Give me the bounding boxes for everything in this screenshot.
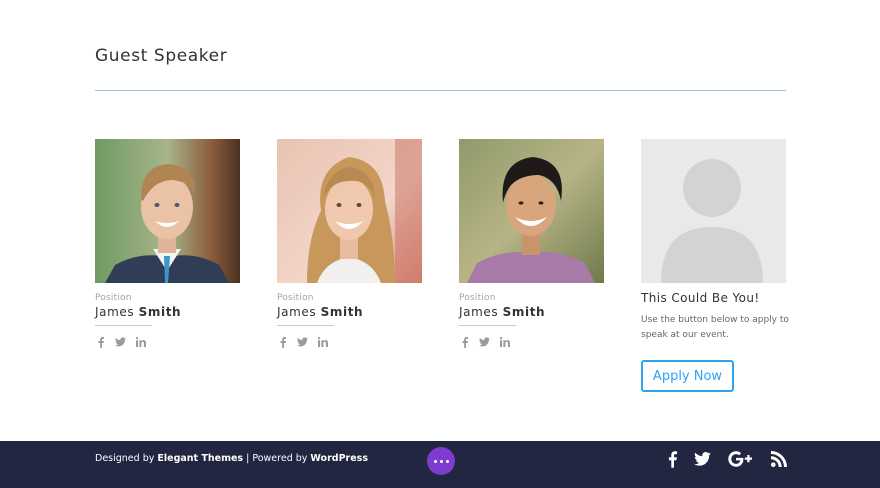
speaker-card: Position James Smith xyxy=(277,139,422,349)
speaker-socials xyxy=(277,335,422,349)
dot-icon xyxy=(433,459,437,463)
dot-icon xyxy=(439,459,443,463)
wordpress-link[interactable]: WordPress xyxy=(310,453,368,464)
facebook-icon[interactable] xyxy=(459,336,470,348)
speaker-first-name: James xyxy=(277,305,317,319)
speaker-card: Position James Smith xyxy=(95,139,240,349)
footer-credits: Designed by Elegant Themes | Powered by … xyxy=(95,453,368,464)
rss-icon[interactable] xyxy=(771,450,787,468)
twitter-icon[interactable] xyxy=(694,450,711,468)
speaker-position: Position xyxy=(95,293,132,303)
footer: Designed by Elegant Themes | Powered by … xyxy=(0,441,880,488)
cta-title: This Could Be You! xyxy=(641,291,760,305)
speaker-name: James Smith xyxy=(459,305,604,319)
linkedin-icon[interactable] xyxy=(135,337,146,348)
speaker-photo xyxy=(95,139,240,283)
cta-text: Use the button below to apply to speak a… xyxy=(641,315,789,340)
credits-separator: | Powered by xyxy=(243,453,311,464)
speaker-position: Position xyxy=(277,293,314,303)
cta-card: This Could Be You! Use the button below … xyxy=(641,139,789,392)
speaker-last-name: Smith xyxy=(320,305,364,319)
speaker-name: James Smith xyxy=(95,305,240,319)
facebook-icon[interactable] xyxy=(95,336,106,348)
speaker-first-name: James xyxy=(95,305,135,319)
speaker-socials xyxy=(459,335,604,349)
name-divider xyxy=(459,325,516,326)
speaker-photo xyxy=(277,139,422,283)
elegant-themes-link[interactable]: Elegant Themes xyxy=(157,453,243,464)
footer-socials xyxy=(668,450,787,468)
facebook-icon[interactable] xyxy=(277,336,288,348)
google-plus-icon[interactable] xyxy=(728,450,754,468)
twitter-icon[interactable] xyxy=(115,337,126,348)
title-divider xyxy=(95,90,786,91)
speaker-first-name: James xyxy=(459,305,499,319)
speaker-card: Position James Smith xyxy=(459,139,604,349)
twitter-icon[interactable] xyxy=(297,337,308,348)
more-options-button[interactable] xyxy=(427,447,455,475)
twitter-icon[interactable] xyxy=(479,337,490,348)
speaker-position: Position xyxy=(459,293,496,303)
name-divider xyxy=(95,325,152,326)
placeholder-avatar-icon xyxy=(641,139,786,283)
credits-prefix: Designed by xyxy=(95,453,155,464)
linkedin-icon[interactable] xyxy=(317,337,328,348)
section-title: Guest Speaker xyxy=(95,46,228,66)
linkedin-icon[interactable] xyxy=(499,337,510,348)
dot-icon xyxy=(445,459,449,463)
speaker-name: James Smith xyxy=(277,305,422,319)
name-divider xyxy=(277,325,334,326)
speaker-photo xyxy=(459,139,604,283)
facebook-icon[interactable] xyxy=(668,450,677,468)
speaker-last-name: Smith xyxy=(502,305,546,319)
apply-now-button[interactable]: Apply Now xyxy=(641,360,734,392)
speaker-socials xyxy=(95,335,240,349)
speaker-last-name: Smith xyxy=(138,305,182,319)
